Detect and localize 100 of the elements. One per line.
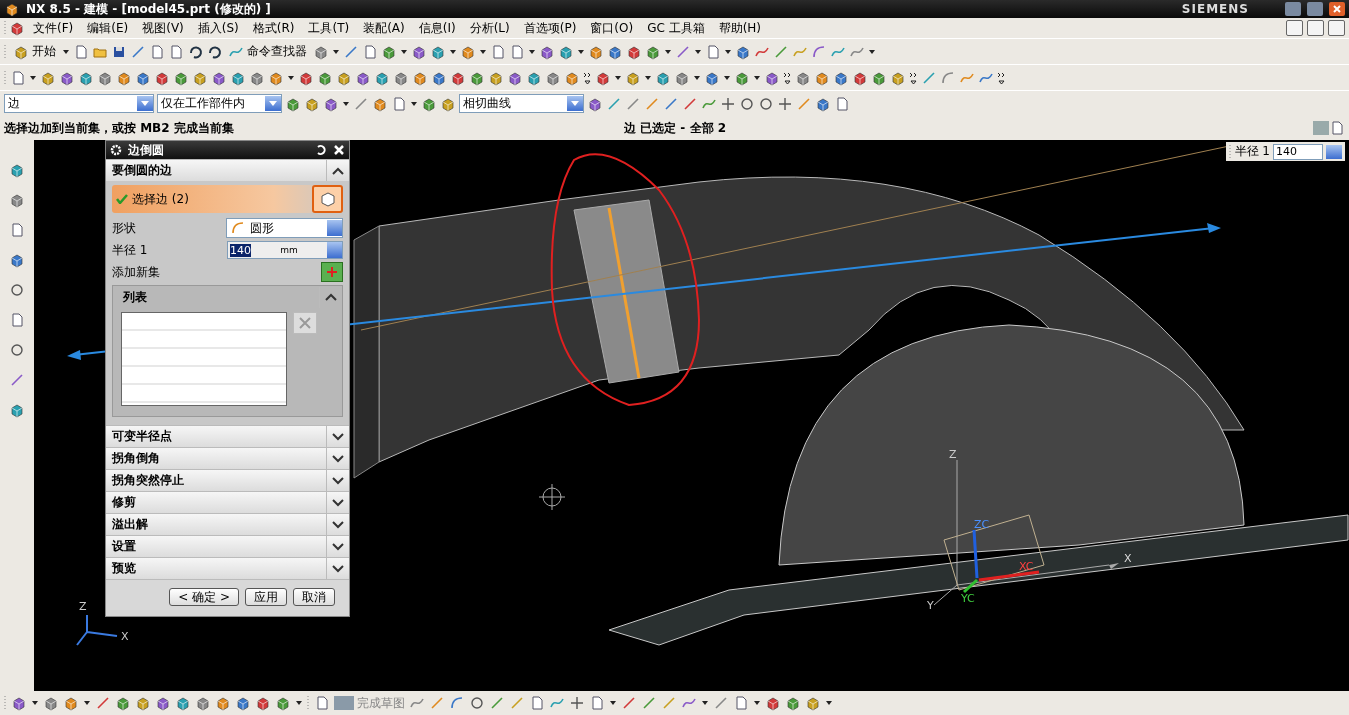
- grip-icon[interactable]: [4, 20, 7, 36]
- minimize-button[interactable]: [1286, 20, 1303, 36]
- arc-icon[interactable]: [940, 69, 956, 86]
- radius-input[interactable]: 140 mm: [227, 241, 343, 259]
- line-icon[interactable]: [353, 95, 369, 112]
- undo-icon[interactable]: [206, 43, 222, 60]
- type-filter-dropdown[interactable]: 边: [4, 94, 154, 113]
- restore-button[interactable]: [1307, 20, 1324, 36]
- arc-icon[interactable]: [811, 43, 827, 60]
- circle-icon[interactable]: [9, 342, 25, 358]
- page-icon[interactable]: [149, 43, 165, 60]
- circle-icon[interactable]: [739, 95, 755, 112]
- menu-item[interactable]: 信息(I): [412, 19, 462, 37]
- line-icon[interactable]: [95, 695, 111, 711]
- menu-item[interactable]: 装配(A): [357, 19, 411, 37]
- page-icon[interactable]: [10, 69, 26, 86]
- expand-chevron-icon[interactable]: [332, 498, 344, 507]
- chevron-icon[interactable]: [997, 70, 1006, 85]
- grip-icon[interactable]: [4, 695, 7, 711]
- line-icon[interactable]: [682, 95, 698, 112]
- dialog-button[interactable]: 应用: [245, 588, 287, 606]
- line-icon[interactable]: [663, 95, 679, 112]
- page-icon[interactable]: [9, 222, 25, 238]
- page-icon[interactable]: [362, 43, 378, 60]
- menu-item[interactable]: 分析(L): [463, 19, 516, 37]
- menu-item[interactable]: 工具(T): [302, 19, 356, 37]
- expand-chevron-icon[interactable]: [332, 564, 344, 573]
- line-icon[interactable]: [675, 43, 691, 60]
- circle-icon[interactable]: [9, 282, 25, 298]
- expand-chevron-icon[interactable]: [332, 454, 344, 463]
- start-button[interactable]: 开始: [10, 43, 59, 60]
- select-edge-row[interactable]: 选择边 (2): [112, 185, 343, 213]
- page-icon[interactable]: [529, 695, 545, 711]
- line-icon[interactable]: [606, 95, 622, 112]
- menu-item[interactable]: 编辑(E): [81, 19, 135, 37]
- page-icon[interactable]: [589, 695, 605, 711]
- expand-chevron-icon[interactable]: [332, 432, 344, 441]
- menu-item[interactable]: 首选项(P): [517, 19, 583, 37]
- circle-icon[interactable]: [758, 95, 774, 112]
- line-icon[interactable]: [625, 95, 641, 112]
- expand-chevron-icon[interactable]: [332, 520, 344, 529]
- line-icon[interactable]: [489, 695, 505, 711]
- line-icon[interactable]: [641, 695, 657, 711]
- line-icon[interactable]: [773, 43, 789, 60]
- line-icon[interactable]: [796, 95, 812, 112]
- line-icon[interactable]: [429, 695, 445, 711]
- edge-list[interactable]: [121, 312, 287, 406]
- menu-item[interactable]: 窗口(O): [584, 19, 640, 37]
- chevron-icon[interactable]: [909, 70, 918, 85]
- dropdown-button[interactable]: [1326, 144, 1342, 159]
- collapse-chevron-icon[interactable]: [332, 166, 344, 175]
- chevron-icon[interactable]: [783, 70, 792, 85]
- plus-icon[interactable]: [569, 695, 585, 711]
- arc-icon[interactable]: [449, 695, 465, 711]
- page-icon[interactable]: [490, 43, 506, 60]
- grip-icon[interactable]: [307, 695, 310, 711]
- expand-chevron-icon[interactable]: [332, 542, 344, 551]
- line-icon[interactable]: [621, 695, 637, 711]
- caret-icon[interactable]: [63, 49, 69, 54]
- radius-input[interactable]: 140: [1273, 143, 1323, 160]
- collapse-chevron-icon[interactable]: [325, 293, 337, 301]
- close-button[interactable]: [1329, 2, 1345, 16]
- edge-select-button[interactable]: [312, 185, 343, 213]
- menu-item[interactable]: GC 工具箱: [641, 19, 711, 37]
- undo-icon[interactable]: [187, 43, 203, 60]
- scope-dropdown[interactable]: 仅在工作部件内: [157, 94, 282, 113]
- page-icon[interactable]: [733, 695, 749, 711]
- page-icon[interactable]: [509, 43, 525, 60]
- caret-icon: [615, 75, 621, 80]
- circle-icon[interactable]: [469, 695, 485, 711]
- line-icon[interactable]: [130, 43, 146, 60]
- menu-item[interactable]: 帮助(H): [712, 19, 768, 37]
- dialog-button[interactable]: < 确定 >: [169, 588, 239, 606]
- expand-chevron-icon[interactable]: [332, 476, 344, 485]
- plus-icon[interactable]: [720, 95, 736, 112]
- line-icon[interactable]: [713, 695, 729, 711]
- page-icon[interactable]: [705, 43, 721, 60]
- line-icon[interactable]: [343, 43, 359, 60]
- plus-icon[interactable]: [777, 95, 793, 112]
- chevron-icon[interactable]: [583, 70, 592, 85]
- menu-item[interactable]: 文件(F): [27, 19, 80, 37]
- page-icon[interactable]: [834, 95, 850, 112]
- reset-icon[interactable]: [315, 144, 327, 156]
- command-finder-button[interactable]: 命令查找器: [225, 43, 310, 60]
- gear-icon[interactable]: [110, 144, 122, 156]
- page-icon[interactable]: [9, 312, 25, 328]
- dialog-button[interactable]: 取消: [293, 588, 335, 606]
- menu-item[interactable]: 格式(R): [246, 19, 301, 37]
- page-icon[interactable]: [314, 695, 330, 711]
- line-icon[interactable]: [644, 95, 660, 112]
- line-icon[interactable]: [9, 372, 25, 388]
- menu-item[interactable]: 视图(V): [136, 19, 190, 37]
- close-button[interactable]: [1328, 20, 1345, 36]
- shape-dropdown[interactable]: 圆形: [226, 218, 343, 238]
- page-icon[interactable]: [391, 95, 407, 112]
- menu-item[interactable]: 插入(S): [191, 19, 245, 37]
- curve-rule-dropdown[interactable]: 相切曲线: [459, 94, 584, 113]
- close-icon[interactable]: [333, 144, 345, 156]
- add-set-button[interactable]: [321, 262, 343, 282]
- page-icon[interactable]: [1329, 120, 1345, 136]
